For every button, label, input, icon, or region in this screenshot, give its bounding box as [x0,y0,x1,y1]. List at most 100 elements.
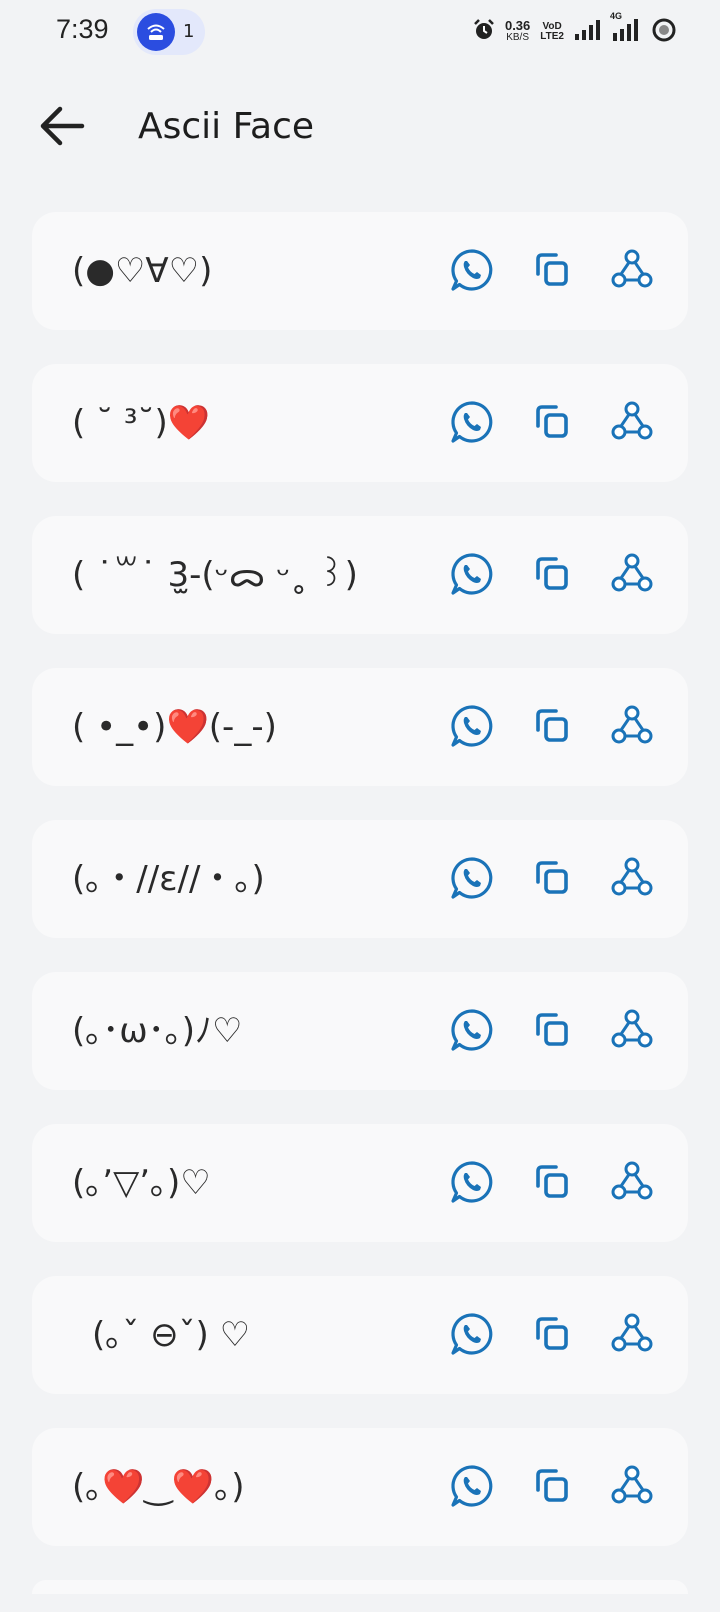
copy-icon [532,706,572,746]
copy-button[interactable] [528,397,576,447]
face-text: (｡ˇ ⊖ˇ) ♡ [92,1315,251,1355]
whatsapp-share-button[interactable] [448,245,496,295]
copy-icon [532,1314,572,1354]
share-icon [610,704,654,748]
signal-icon-sim2: 4G [610,11,642,45]
whatsapp-share-button[interactable] [448,397,496,447]
share-icon [610,856,654,900]
share-button[interactable] [608,1461,656,1511]
network-speed: 0.36 KB/S [504,18,531,44]
copy-button[interactable] [528,1005,576,1055]
face-card[interactable]: ( •_•)❤️(-_-) [32,668,688,786]
card-actions [448,701,656,751]
copy-icon [532,250,572,290]
share-icon [610,1464,654,1508]
copy-button[interactable] [528,853,576,903]
whatsapp-icon [450,1008,494,1052]
whatsapp-share-button[interactable] [448,549,496,599]
share-icon [610,400,654,444]
battery-icon [652,18,676,46]
card-actions [448,549,656,599]
alarm-icon [473,19,495,45]
card-actions [448,1309,656,1359]
copy-button[interactable] [528,245,576,295]
card-actions [448,397,656,447]
card-actions [448,853,656,903]
share-button[interactable] [608,1157,656,1207]
whatsapp-share-button[interactable] [448,853,496,903]
face-card[interactable]: (｡･ω･｡)ﾉ♡ [32,972,688,1090]
share-button[interactable] [608,549,656,599]
whatsapp-icon [450,1160,494,1204]
share-button[interactable] [608,1005,656,1055]
copy-button[interactable] [528,701,576,751]
face-text: (｡❤️‿❤️｡) [72,1467,245,1507]
status-time: 7:39 [56,14,109,44]
back-arrow-icon [38,104,86,152]
network-type: 4G [610,11,623,21]
copy-icon [532,858,572,898]
page-title: Ascii Face [138,106,315,147]
whatsapp-icon [450,1464,494,1508]
share-button[interactable] [608,245,656,295]
share-icon [610,1312,654,1356]
copy-button[interactable] [528,1157,576,1207]
face-text: (｡･ω･｡)ﾉ♡ [72,1011,243,1051]
status-icons: 0.36 KB/S VoD LTE2 4G [473,11,676,50]
volte-indicator: VoD LTE2 [540,22,564,42]
card-actions [448,1005,656,1055]
face-card[interactable]: (｡❤️‿❤️｡) [32,1428,688,1546]
copy-icon [532,554,572,594]
copy-icon [532,1466,572,1506]
card-actions [448,1157,656,1207]
face-card[interactable] [32,1580,688,1594]
face-list: (●♡∀♡) (˘ ³˘)❤️ (˙꒳˙ 3̫-(ᵕᯅ ᵕ˳ ꒱) (•_… [32,212,688,1594]
face-text: (｡・//ε//・｡) [72,859,265,899]
copy-button[interactable] [528,1461,576,1511]
speed-unit: KB/S [506,32,530,43]
whatsapp-icon [450,1312,494,1356]
share-button[interactable] [608,397,656,447]
whatsapp-icon [450,400,494,444]
share-icon [610,248,654,292]
copy-button[interactable] [528,1309,576,1359]
share-button[interactable] [608,701,656,751]
share-icon [610,1160,654,1204]
copy-button[interactable] [528,549,576,599]
face-card[interactable]: (｡’▽’｡)♡ [32,1124,688,1242]
back-button[interactable] [34,100,90,156]
whatsapp-share-button[interactable] [448,1005,496,1055]
face-text: (●♡∀♡) [72,251,213,291]
hotspot-indicator[interactable]: 1 [133,9,205,55]
whatsapp-share-button[interactable] [448,701,496,751]
face-card[interactable]: ( ˘ ³˘)❤️ [32,364,688,482]
hotspot-icon [137,13,175,51]
face-card[interactable]: (｡・//ε//・｡) [32,820,688,938]
app-bar: Ascii Face [0,90,720,170]
whatsapp-icon [450,552,494,596]
share-icon [610,1008,654,1052]
face-card[interactable]: ( ˙꒳˙ 3̫-(ᵕᯅ ᵕ˳ ꒱) [32,516,688,634]
whatsapp-icon [450,704,494,748]
whatsapp-share-button[interactable] [448,1157,496,1207]
share-icon [610,552,654,596]
whatsapp-share-button[interactable] [448,1309,496,1359]
whatsapp-icon [450,248,494,292]
face-text: (｡’▽’｡)♡ [72,1163,211,1203]
face-text: ( •_•)❤️(-_-) [72,707,277,747]
face-card[interactable]: (｡ˇ ⊖ˇ) ♡ [32,1276,688,1394]
whatsapp-share-button[interactable] [448,1461,496,1511]
face-card[interactable]: (●♡∀♡) [32,212,688,330]
copy-icon [532,1162,572,1202]
volte-bottom: LTE2 [540,31,564,42]
speed-value: 0.36 [504,18,531,33]
status-bar: 7:39 1 0.36 KB/S VoD LTE2 4G [0,0,720,66]
signal-icon-sim1 [574,20,602,44]
card-actions [448,1461,656,1511]
share-button[interactable] [608,1309,656,1359]
face-text: ( ˘ ³˘)❤️ [72,403,211,443]
copy-icon [532,402,572,442]
copy-icon [532,1010,572,1050]
hotspot-count: 1 [183,21,195,42]
share-button[interactable] [608,853,656,903]
